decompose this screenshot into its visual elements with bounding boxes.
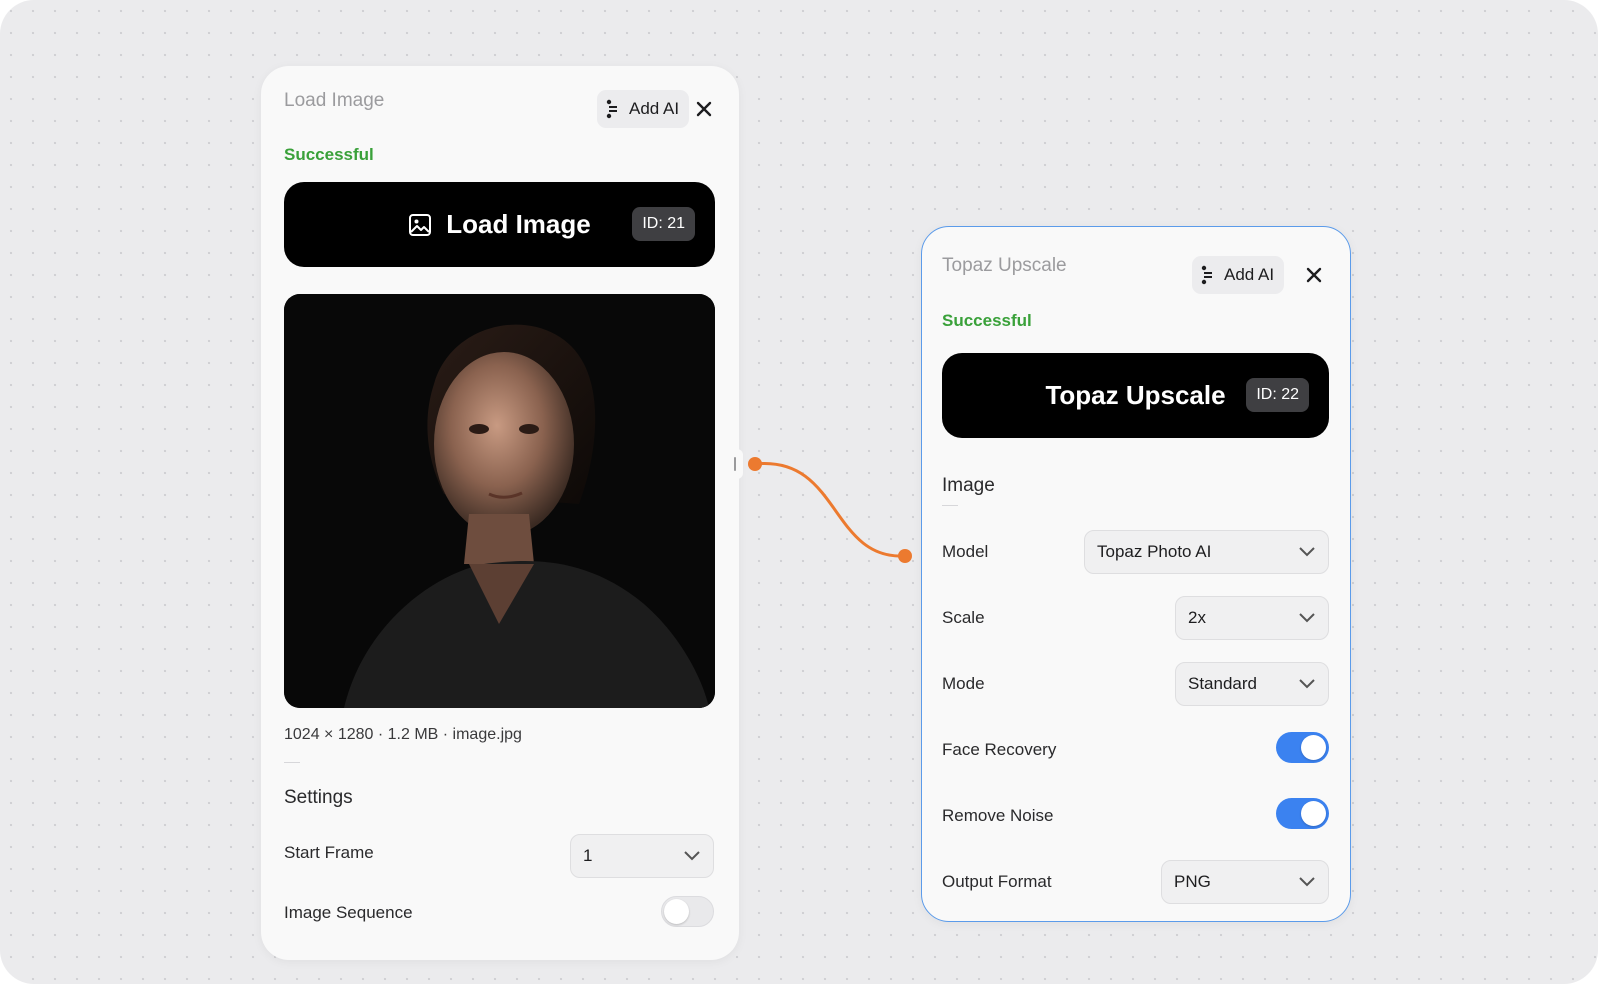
model-value: Topaz Photo AI (1097, 542, 1212, 561)
workflow-canvas[interactable]: Load Image Add AI Successful Load Image … (0, 0, 1598, 984)
face-recovery-toggle[interactable] (1276, 732, 1329, 763)
topaz-upscale-node[interactable]: Topaz Upscale Add AI Successful Topaz Up… (921, 226, 1351, 922)
node-id-badge: ID: 21 (632, 207, 695, 241)
node-title: Topaz Upscale (942, 255, 1067, 276)
sliders-icon (1201, 265, 1212, 285)
divider (942, 505, 958, 506)
banner-label: Load Image (446, 209, 591, 239)
node-connector (748, 457, 912, 563)
node-id-badge: ID: 22 (1246, 378, 1309, 412)
start-frame-label: Start Frame (284, 843, 374, 862)
image-heading: Image (942, 475, 995, 496)
portrait-image (284, 294, 715, 708)
toggle-knob (1301, 801, 1326, 826)
status-label: Successful (942, 311, 1032, 330)
model-label: Model (942, 542, 989, 561)
output-format-label: Output Format (942, 872, 1052, 891)
output-format-value: PNG (1174, 872, 1211, 891)
close-icon[interactable] (1306, 267, 1322, 283)
scale-label: Scale (942, 608, 985, 627)
start-frame-value: 1 (583, 846, 593, 865)
output-format-select[interactable]: PNG (1161, 860, 1329, 904)
divider (284, 762, 300, 763)
add-ai-button[interactable]: Add AI (1192, 256, 1285, 294)
toggle-knob (1301, 735, 1326, 760)
remove-noise-label: Remove Noise (942, 806, 1054, 825)
start-frame-select[interactable]: 1 (570, 834, 714, 878)
image-sequence-label: Image Sequence (284, 903, 413, 922)
chevron-down-icon (1299, 547, 1315, 557)
topaz-upscale-banner[interactable]: Topaz Upscale ID: 22 (942, 353, 1329, 438)
banner-label: Topaz Upscale (1045, 380, 1226, 410)
chevron-down-icon (1299, 877, 1315, 887)
chevron-down-icon (1299, 613, 1315, 623)
image-preview (284, 294, 715, 708)
toggle-knob (664, 899, 689, 924)
load-image-banner[interactable]: Load Image ID: 21 (284, 182, 715, 267)
node-title: Load Image (284, 90, 385, 111)
scale-value: 2x (1188, 608, 1206, 627)
status-label: Successful (284, 145, 374, 164)
settings-heading: Settings (284, 787, 353, 808)
input-port[interactable] (898, 549, 912, 563)
close-icon[interactable] (696, 101, 712, 117)
scale-select[interactable]: 2x (1175, 596, 1329, 640)
add-ai-label: Add AI (629, 99, 680, 118)
file-info: 1024 × 1280 · 1.2 MB · image.jpg (284, 726, 522, 743)
output-handle[interactable] (729, 449, 743, 479)
add-ai-button[interactable]: Add AI (597, 90, 690, 128)
mode-label: Mode (942, 674, 985, 693)
output-port[interactable] (748, 457, 762, 471)
image-icon (409, 213, 432, 236)
image-sequence-toggle[interactable] (661, 896, 714, 927)
load-image-node[interactable]: Load Image Add AI Successful Load Image … (261, 66, 739, 960)
chevron-down-icon (684, 851, 700, 861)
mode-select[interactable]: Standard (1175, 662, 1329, 706)
mode-value: Standard (1188, 674, 1257, 693)
add-ai-label: Add AI (1224, 265, 1275, 284)
chevron-down-icon (1299, 679, 1315, 689)
remove-noise-toggle[interactable] (1276, 798, 1329, 829)
sliders-icon (606, 99, 617, 119)
model-select[interactable]: Topaz Photo AI (1084, 530, 1329, 574)
face-recovery-label: Face Recovery (942, 740, 1057, 759)
